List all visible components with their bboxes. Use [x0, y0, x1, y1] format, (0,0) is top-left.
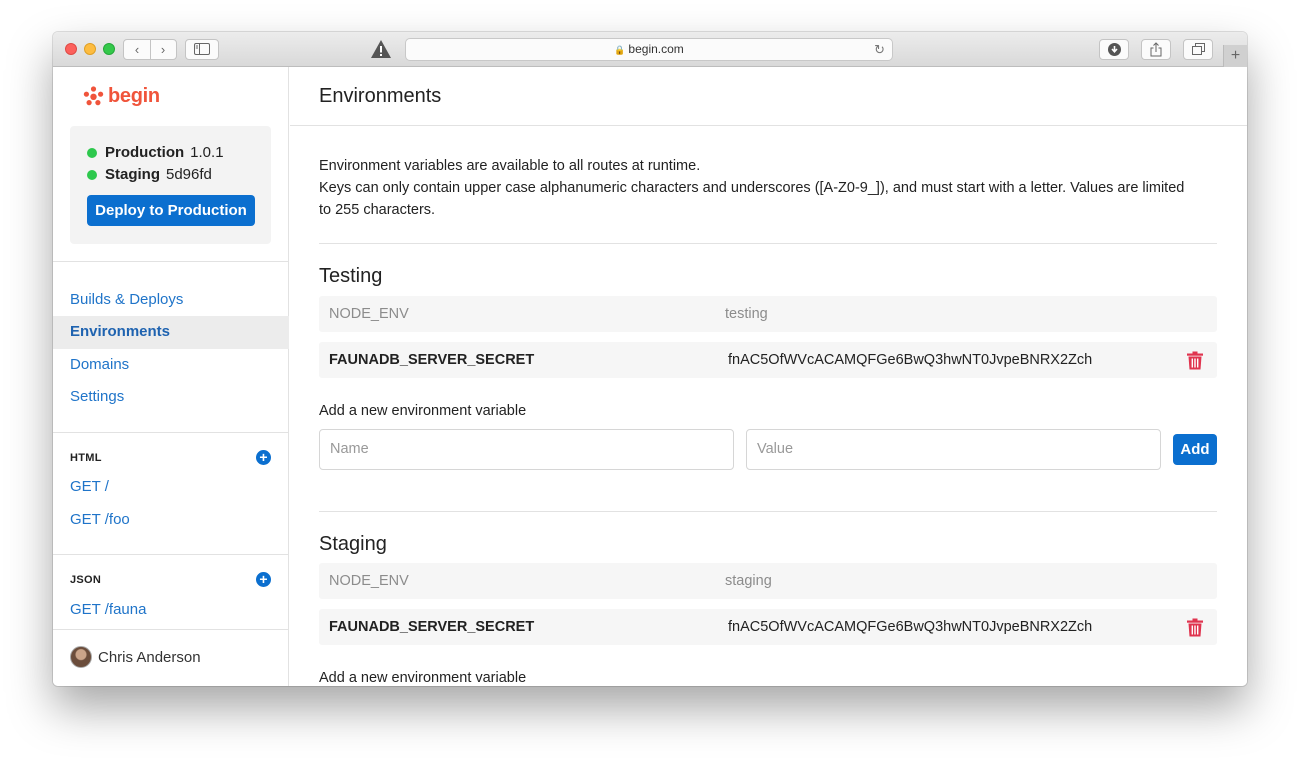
deploy-status-card: Production 1.0.1 Staging 5d96fd Deploy to …	[70, 126, 271, 244]
share-icon	[1150, 42, 1162, 57]
env-var-key: FAUNADB_SERVER_SECRET	[329, 619, 535, 635]
begin-logo-icon	[83, 85, 104, 105]
logo-text: begin	[108, 84, 160, 107]
intro-text: Environment variables are available to a…	[319, 155, 1199, 221]
env-var-key: FAUNADB_SERVER_SECRET	[329, 352, 535, 368]
browser-toolbar: ‹ › 🔒 begin.com ↻ +	[53, 32, 1247, 67]
add-variable-label: Add a new environment variable	[319, 670, 527, 686]
sidebar-icon	[194, 43, 210, 55]
intro-line: Environment variables are available to a…	[319, 158, 701, 174]
trash-icon[interactable]	[1186, 618, 1204, 637]
sidebar: begin Production 1.0.1 Staging 5d96fd Depl…	[53, 67, 289, 686]
sidebar-item-domains[interactable]: Domains	[70, 355, 129, 375]
env-var-value: staging	[725, 573, 772, 589]
environment-heading-testing: Testing	[319, 265, 383, 287]
production-version: 1.0.1	[190, 144, 224, 161]
env-var-row: NODE_ENV testing	[319, 296, 1217, 332]
back-icon[interactable]: ‹	[124, 40, 150, 59]
zoom-window-button[interactable]	[103, 43, 115, 55]
staging-version: 5d96fd	[166, 166, 212, 183]
downloads-button[interactable]	[1099, 39, 1129, 60]
new-tab-button[interactable]: +	[1223, 45, 1247, 67]
env-var-row: NODE_ENV staging	[319, 563, 1217, 599]
env-var-row: FAUNADB_SERVER_SECRET fnAC5OfWVcACAMQFGe…	[319, 342, 1217, 378]
trash-icon[interactable]	[1186, 351, 1204, 370]
sidebar-item-label: Environments	[70, 323, 171, 340]
warning-icon[interactable]	[370, 38, 392, 60]
history-nav: ‹ ›	[123, 39, 177, 60]
main-content: Environments Environment variables are a…	[290, 67, 1247, 686]
share-button[interactable]	[1141, 39, 1171, 60]
intro-line: Keys can only contain upper case alphanu…	[319, 180, 1185, 218]
close-window-button[interactable]	[65, 43, 77, 55]
page-header: Environments	[290, 67, 1247, 126]
sidebar-item-environments[interactable]: Environments	[53, 316, 289, 349]
address-bar[interactable]: 🔒 begin.com ↻	[405, 38, 893, 61]
status-dot-icon	[87, 170, 97, 180]
tab-overview-button[interactable]	[1183, 39, 1213, 60]
route-link[interactable]: GET /foo	[70, 510, 130, 530]
forward-icon[interactable]: ›	[150, 40, 176, 59]
browser-window: ‹ › 🔒 begin.com ↻ + begin Production 1.0…	[53, 32, 1247, 686]
env-var-value: fnAC5OfWVcACAMQFGe6BwQ3hwNT0JvpeBNRX2Zch	[728, 352, 1093, 368]
status-dot-icon	[87, 148, 97, 158]
user-profile[interactable]: Chris Anderson	[70, 646, 201, 668]
tabs-icon	[1191, 43, 1205, 55]
begin-logo[interactable]: begin	[83, 84, 160, 108]
add-json-route-icon[interactable]: +	[256, 572, 271, 587]
minimize-window-button[interactable]	[84, 43, 96, 55]
env-var-key: NODE_ENV	[329, 573, 409, 589]
route-link[interactable]: GET /fauna	[70, 600, 146, 620]
add-variable-button[interactable]: Add	[1173, 434, 1217, 465]
page-title: Environments	[319, 85, 442, 107]
env-var-value: testing	[725, 306, 768, 322]
variable-name-input[interactable]: Name	[319, 429, 734, 470]
add-variable-label: Add a new environment variable	[319, 403, 527, 419]
download-icon	[1107, 43, 1121, 56]
production-status: Production 1.0.1	[87, 143, 224, 163]
sidebar-item-settings[interactable]: Settings	[70, 387, 124, 407]
env-var-key: NODE_ENV	[329, 306, 409, 322]
lock-icon: 🔒	[614, 45, 626, 55]
html-section-label: HTML	[70, 452, 102, 464]
environment-heading-staging: Staging	[319, 533, 387, 555]
env-var-row: FAUNADB_SERVER_SECRET fnAC5OfWVcACAMQFGe…	[319, 609, 1217, 645]
deploy-to-production-button[interactable]: Deploy to Production	[87, 195, 255, 226]
reload-icon[interactable]: ↻	[874, 39, 885, 60]
variable-value-input[interactable]: Value	[746, 429, 1161, 470]
sidebar-item-builds-deploys[interactable]: Builds & Deploys	[70, 290, 183, 310]
json-section-label: JSON	[70, 574, 102, 586]
user-name: Chris Anderson	[98, 648, 201, 666]
add-html-route-icon[interactable]: +	[256, 450, 271, 465]
avatar	[70, 646, 92, 668]
sidebar-toggle-button[interactable]	[185, 39, 219, 60]
url-text: begin.com	[628, 42, 684, 56]
env-var-value: fnAC5OfWVcACAMQFGe6BwQ3hwNT0JvpeBNRX2Zch	[728, 619, 1093, 635]
staging-status: Staging 5d96fd	[87, 165, 212, 185]
route-link[interactable]: GET /	[70, 477, 109, 497]
